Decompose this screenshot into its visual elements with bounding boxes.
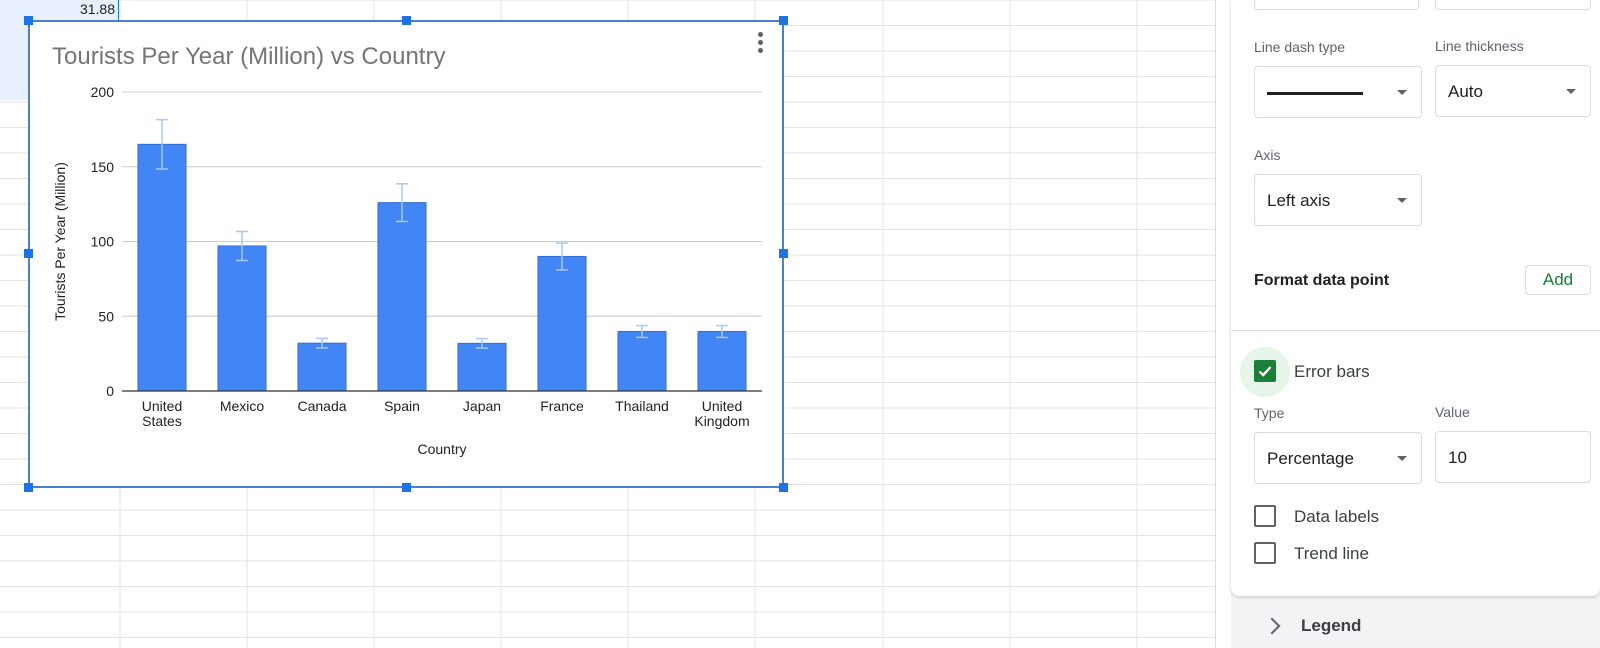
x-axis-title: Country [417, 441, 466, 457]
x-tick-label: Canada [297, 398, 346, 414]
resize-handle-top-left[interactable] [24, 16, 33, 25]
resize-handle-middle-right[interactable] [779, 249, 788, 258]
line-thickness-value: Auto [1448, 82, 1483, 101]
resize-handle-top-middle[interactable] [402, 16, 411, 25]
check-icon [1258, 366, 1272, 377]
error-bars-label: Error bars [1294, 362, 1370, 381]
x-tick-label: Mexico [220, 398, 265, 414]
bar-thailand [617, 330, 667, 392]
error-value-label: Value [1435, 404, 1470, 420]
trend-line-checkbox[interactable] [1254, 542, 1276, 564]
y-tick-label: 150 [91, 159, 115, 175]
resize-handle-bottom-left[interactable] [24, 483, 33, 492]
data-labels-checkbox[interactable] [1254, 505, 1276, 527]
clipped-field-left[interactable] [1254, 0, 1419, 10]
line-thickness-label: Line thickness [1435, 38, 1524, 54]
solid-line-swatch [1267, 92, 1363, 95]
add-data-point-format-button[interactable]: Add [1525, 265, 1591, 295]
embedded-chart[interactable]: Tourists Per Year (Million) vs Country 0 5… [28, 20, 784, 488]
bar-united-kingdom [697, 330, 747, 392]
axis-label: Axis [1254, 147, 1281, 163]
error-value-input[interactable]: 10 [1435, 431, 1591, 483]
clipped-field-right[interactable] [1435, 0, 1591, 10]
data-labels-label: Data labels [1294, 507, 1380, 526]
panel-divider [1215, 0, 1216, 648]
error-type-dropdown[interactable]: Percentage [1254, 432, 1422, 484]
error-type-label: Type [1254, 405, 1285, 421]
bar-mexico [217, 245, 267, 392]
error-type-value: Percentage [1267, 449, 1354, 468]
line-dash-type-dropdown[interactable] [1254, 66, 1422, 118]
section-divider [1231, 330, 1600, 331]
dropdown-arrow-icon [1397, 198, 1407, 203]
dropdown-arrow-icon [1566, 89, 1576, 94]
trend-line-label: Trend line [1294, 544, 1369, 563]
resize-handle-top-right[interactable] [779, 16, 788, 25]
y-tick-label: 0 [106, 383, 114, 399]
x-tick-label: Spain [384, 398, 420, 414]
more-vert-icon[interactable] [752, 30, 768, 54]
line-dash-type-label: Line dash type [1254, 39, 1346, 55]
bar-united-states [137, 143, 187, 392]
chart-editor-panel: Line dash type Line thickness Auto Axis … [1231, 0, 1600, 648]
axis-dropdown[interactable]: Left axis [1254, 174, 1422, 226]
bar-france [537, 255, 587, 392]
chart-title: Tourists Per Year (Million) vs Country [52, 43, 445, 70]
bar-canada [297, 342, 347, 392]
x-tick-label: United States [142, 398, 182, 429]
axis-value: Left axis [1267, 191, 1331, 210]
resize-handle-bottom-right[interactable] [779, 483, 788, 492]
format-data-point-label: Format data point [1254, 272, 1390, 289]
x-tick-label: United Kingdom [694, 398, 749, 429]
legend-section-header[interactable]: Legend [1231, 604, 1600, 648]
x-tick-label: Thailand [615, 398, 669, 414]
customize-series-card: Line dash type Line thickness Auto Axis … [1231, 0, 1600, 596]
bar-chart-svg: Tourists Per Year (Million) vs Country 0 5… [52, 43, 762, 457]
y-axis-title: Tourists Per Year (Million) [52, 162, 68, 321]
line-thickness-dropdown[interactable]: Auto [1435, 65, 1591, 117]
bar-japan [457, 342, 507, 392]
spreadsheet-grid[interactable]: 31.88 Tourists Per Year (Million) vs Cou… [0, 0, 1215, 648]
chevron-right-icon [1263, 617, 1281, 635]
cell-value[interactable]: 31.88 [0, 0, 119, 18]
dropdown-arrow-icon [1397, 90, 1407, 95]
y-tick-label: 100 [91, 234, 115, 250]
bar-spain [377, 202, 427, 392]
y-tick-label: 200 [91, 84, 115, 100]
dropdown-arrow-icon [1397, 456, 1407, 461]
resize-handle-middle-left[interactable] [24, 249, 33, 258]
x-tick-label: France [540, 398, 584, 414]
resize-handle-bottom-middle[interactable] [402, 483, 411, 492]
x-tick-label: Japan [463, 398, 501, 414]
legend-section-label: Legend [1301, 616, 1362, 635]
y-tick-label: 50 [98, 308, 114, 324]
error-bars-checkbox[interactable] [1254, 360, 1276, 382]
